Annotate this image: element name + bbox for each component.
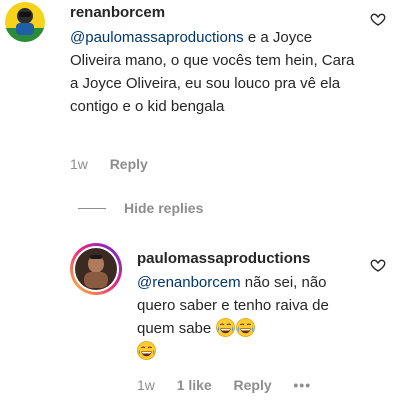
avatar[interactable]	[69, 242, 123, 296]
laughing-emoji-icon	[137, 341, 156, 360]
comment-text: @paulomassaproductions e a Joyce Oliveir…	[70, 26, 360, 118]
comment-mention[interactable]: @paulomassaproductions	[70, 29, 244, 46]
comment-mention[interactable]: @renanborcem	[137, 274, 241, 291]
laughing-emoji-icon	[236, 318, 256, 337]
more-options-icon[interactable]: •••	[293, 376, 311, 394]
heart-icon[interactable]	[370, 11, 386, 27]
hide-replies-label: Hide replies	[124, 200, 204, 216]
hide-replies-button[interactable]: Hide replies	[78, 198, 203, 218]
reply-button[interactable]: Reply	[234, 376, 272, 394]
avatar-image	[5, 2, 45, 42]
heart-icon[interactable]	[370, 257, 386, 273]
laughing-emoji-icon	[216, 318, 236, 337]
comment-time: 1w	[137, 377, 155, 393]
comment-item: renanborcem @paulomassaproductions e a J…	[0, 0, 400, 180]
divider-line	[78, 207, 106, 209]
comment-text: @renanborcem não sei, não quero saber e …	[137, 271, 362, 363]
comment-time: 1w	[70, 156, 88, 172]
comment-meta: 1w 1 like Reply •••	[137, 376, 311, 394]
avatar-image	[70, 243, 122, 295]
avatar[interactable]	[5, 2, 45, 42]
comment-meta: 1w Reply	[70, 155, 148, 173]
likes-count-button[interactable]: 1 like	[177, 376, 212, 394]
comment-username[interactable]: renanborcem	[70, 3, 165, 23]
reply-button[interactable]: Reply	[110, 155, 148, 173]
reply-comment-item: paulomassaproductions @renanborcem não s…	[0, 240, 400, 405]
comment-username[interactable]: paulomassaproductions	[137, 249, 310, 269]
